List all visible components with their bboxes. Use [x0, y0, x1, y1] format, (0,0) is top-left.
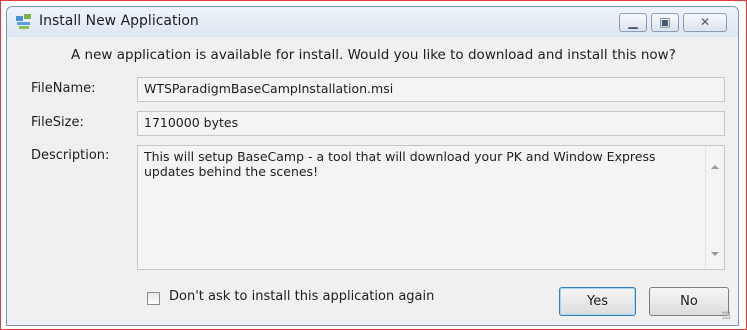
dont-ask-checkbox[interactable] — [147, 292, 160, 305]
minimize-icon: ▁ — [628, 15, 638, 29]
window-title: Install New Application — [39, 13, 199, 29]
description-field[interactable]: This will setup BaseCamp - a tool that w… — [137, 145, 725, 270]
description-label: Description: — [31, 148, 110, 163]
title-bar[interactable]: Install New Application ▁ ▣ ✕ — [7, 7, 738, 37]
description-text: This will setup BaseCamp - a tool that w… — [144, 149, 656, 179]
file-size-field[interactable]: 1710000 bytes — [137, 111, 725, 136]
maximize-icon: ▣ — [659, 15, 671, 29]
maximize-button[interactable]: ▣ — [651, 13, 679, 32]
file-name-field[interactable]: WTSParadigmBaseCampInstallation.msi — [137, 77, 725, 102]
dont-ask-label[interactable]: Don't ask to install this application ag… — [169, 289, 434, 304]
file-name-label: FileName: — [31, 81, 96, 96]
resize-grip-icon[interactable] — [722, 311, 730, 319]
install-prompt: A new application is available for insta… — [71, 47, 676, 63]
scroll-up-arrow-icon[interactable] — [711, 165, 719, 169]
close-button[interactable]: ✕ — [683, 13, 727, 32]
install-dialog-window: Install New Application ▁ ▣ ✕ A new appl… — [6, 6, 739, 326]
yes-button[interactable]: Yes — [559, 287, 636, 316]
install-app-icon — [16, 14, 31, 29]
dialog-body: A new application is available for insta… — [13, 37, 732, 321]
scroll-down-arrow-icon[interactable] — [711, 252, 719, 256]
file-size-label: FileSize: — [31, 115, 84, 130]
close-icon: ✕ — [699, 15, 711, 29]
minimize-button[interactable]: ▁ — [619, 13, 647, 32]
description-scrollbar[interactable] — [705, 146, 724, 269]
no-button[interactable]: No — [649, 287, 729, 316]
